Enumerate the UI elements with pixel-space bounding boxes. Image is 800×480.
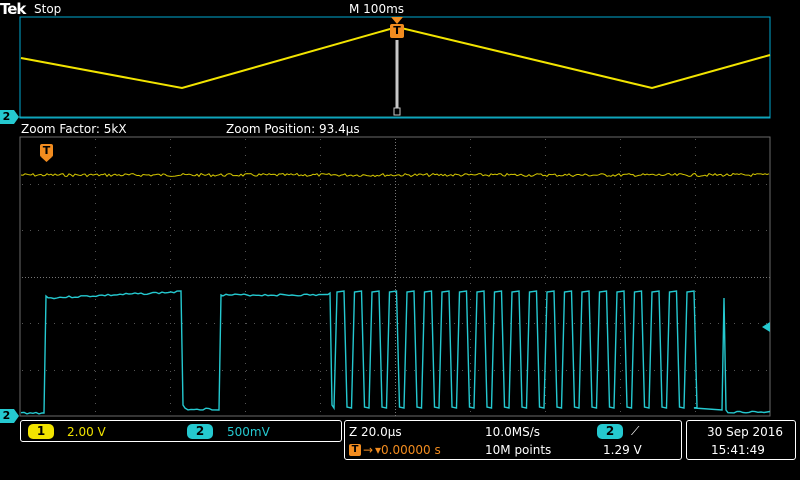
channel-scales-panel[interactable]: 1 2.00 V 2 500mV bbox=[20, 420, 342, 442]
datetime-panel: 30 Sep 2016 15:41:49 bbox=[686, 420, 796, 460]
zoom-trigger-arrow bbox=[41, 157, 52, 162]
overview-ch2-label: 2 bbox=[2, 110, 11, 123]
zoom-indicator-box bbox=[393, 107, 401, 116]
zoom-timebase: Z 20.0μs bbox=[349, 425, 402, 439]
zoom-trigger-label: T bbox=[42, 144, 51, 157]
zoom-factor: Zoom Factor: 5kX bbox=[21, 122, 127, 136]
ch2-badge[interactable]: 2 bbox=[187, 424, 213, 439]
zoom-graticule bbox=[22, 139, 770, 416]
trigger-delay-flag: T bbox=[349, 444, 361, 456]
time: 15:41:49 bbox=[711, 443, 765, 457]
date: 30 Sep 2016 bbox=[707, 425, 784, 439]
record-length: 10M points bbox=[485, 443, 552, 457]
acquisition-panel[interactable]: Z 20.0μs T → ▾0.00000 s 10.0MS/s 10M poi… bbox=[344, 420, 682, 460]
trigger-slope-icon: ⟋ bbox=[631, 424, 640, 438]
trigger-source-badge[interactable]: 2 bbox=[597, 424, 623, 439]
zoom-position: Zoom Position: 93.4μs bbox=[226, 122, 360, 136]
trigger-level[interactable]: 1.29 V bbox=[603, 443, 642, 457]
ch1-scale[interactable]: 2.00 V bbox=[67, 425, 106, 439]
trigger-delay[interactable]: ▾0.00000 s bbox=[375, 443, 441, 457]
scope-display bbox=[0, 16, 771, 423]
trigger-delay-arrow: → bbox=[363, 443, 374, 457]
sample-rate: 10.0MS/s bbox=[485, 425, 540, 439]
ch1-badge[interactable]: 1 bbox=[28, 424, 54, 439]
overview-trigger-arrow bbox=[391, 17, 403, 24]
ch2-scale[interactable]: 500mV bbox=[227, 425, 270, 439]
zoom-ch2-label: 2 bbox=[2, 409, 11, 422]
overview-trigger-label: T bbox=[393, 24, 401, 37]
